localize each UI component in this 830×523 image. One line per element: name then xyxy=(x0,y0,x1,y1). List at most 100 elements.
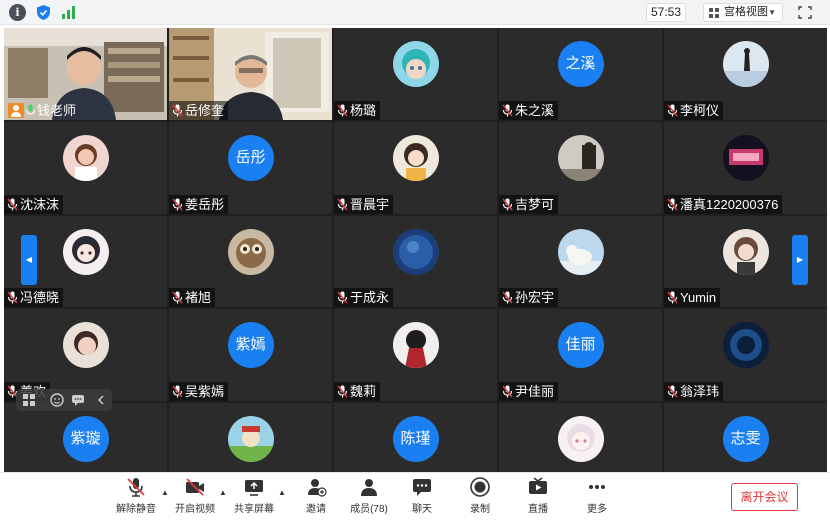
muted-mic-icon xyxy=(337,198,348,211)
avatar xyxy=(227,416,274,463)
participant-tile[interactable]: 李柯仪 xyxy=(664,28,827,120)
participant-name: 杨璐 xyxy=(334,100,381,120)
leave-meeting-button[interactable]: 离开会议 xyxy=(731,483,798,511)
participant-tile[interactable]: 魏莉 xyxy=(334,309,497,402)
participant-name: 魏莉 xyxy=(334,382,381,402)
top-bar: i 57:53 宫格视图 ▼ xyxy=(0,0,830,25)
participant-name: 吉梦可 xyxy=(499,194,559,214)
participant-name-text: 翁泽玮 xyxy=(680,384,720,400)
participant-tile[interactable]: 佳丽 尹佳丽 xyxy=(499,309,662,402)
live-button[interactable]: 直播 xyxy=(525,476,551,515)
info-icon[interactable]: i xyxy=(9,4,26,21)
participant-tile[interactable]: 潘真1220200376 xyxy=(664,121,827,214)
participant-name-text: 吉梦可 xyxy=(515,196,555,212)
avatar xyxy=(62,134,109,181)
avatar xyxy=(392,322,439,369)
muted-mic-icon xyxy=(502,198,513,211)
start-video-button[interactable]: 开启视频 xyxy=(174,476,216,515)
chat-bubble-icon[interactable] xyxy=(70,392,86,408)
muted-mic-icon xyxy=(172,198,183,211)
record-icon xyxy=(470,477,490,497)
participant-tile[interactable]: 之溪朱之溪 xyxy=(499,28,662,120)
avatar: 之溪 xyxy=(557,41,604,87)
muted-mic-icon xyxy=(667,104,678,117)
participant-tile[interactable]: 姜欢 xyxy=(4,309,167,402)
fullscreen-icon[interactable] xyxy=(795,3,815,22)
more-button[interactable]: 更多 xyxy=(584,476,610,515)
mic-on-icon xyxy=(26,104,35,115)
shield-icon[interactable] xyxy=(35,4,52,21)
participant-name: Yumin xyxy=(664,288,721,308)
participant-tile[interactable]: 吉梦可 xyxy=(499,121,662,214)
share-screen-button[interactable]: 共享屏幕 xyxy=(233,476,275,515)
chevron-down-icon: ▼ xyxy=(768,8,776,17)
participant-tile[interactable]: 紫嫣 吴紫嫣 xyxy=(169,309,332,402)
participant-name: 于成永 xyxy=(334,288,394,308)
participant-name-text: 于成永 xyxy=(350,290,390,306)
participant-tile[interactable]: 于成永 xyxy=(334,215,497,308)
participant-name-text: 李柯仪 xyxy=(680,102,720,118)
participant-tile[interactable]: 陈瑾 xyxy=(334,403,497,472)
participant-tile[interactable]: 沈沫沫 xyxy=(4,121,167,214)
chat-button[interactable]: 聊天 xyxy=(409,476,435,515)
collapse-chevron-icon[interactable] xyxy=(93,392,109,408)
muted-mic-icon xyxy=(127,478,145,497)
participant-tile[interactable]: 岳彤 姜岳彤 xyxy=(169,121,332,214)
video-options-caret[interactable]: ▲ xyxy=(219,488,227,497)
unmute-button[interactable]: 解除静音 xyxy=(114,476,158,515)
muted-mic-icon xyxy=(337,104,348,117)
participant-tile[interactable]: 钱老师 xyxy=(4,28,167,120)
signal-icon[interactable] xyxy=(60,4,77,21)
chat-icon xyxy=(413,479,431,496)
more-icon xyxy=(589,485,605,489)
avatar xyxy=(722,322,769,369)
grid-view-icon xyxy=(709,8,719,18)
share-options-caret[interactable]: ▲ xyxy=(278,488,286,497)
members-button[interactable]: 成员(78) xyxy=(348,476,390,515)
participant-name-text: 尹佳丽 xyxy=(515,384,555,400)
unmute-label: 解除静音 xyxy=(116,504,156,515)
participant-name: 尹佳丽 xyxy=(499,382,559,402)
participant-name-text: 孙宏宇 xyxy=(515,290,555,306)
participant-name: 沈沫沫 xyxy=(4,194,64,214)
members-label: 成员(78) xyxy=(350,504,388,515)
muted-mic-icon xyxy=(172,385,183,398)
participant-tile[interactable]: 晋晨宇 xyxy=(334,121,497,214)
muted-mic-icon xyxy=(7,198,18,211)
grid-layout-icon[interactable] xyxy=(21,392,37,408)
next-page-button[interactable]: ▶ xyxy=(792,235,808,285)
participant-name-text: 冯德晓 xyxy=(20,290,60,306)
muted-mic-icon xyxy=(667,385,678,398)
avatar xyxy=(557,134,604,181)
avatar: 岳彤 xyxy=(227,134,274,181)
previous-page-button[interactable]: ◀ xyxy=(21,235,37,285)
participant-name-text: 岳修奎 xyxy=(185,102,225,118)
live-label: 直播 xyxy=(528,504,548,515)
view-mode-button[interactable]: 宫格视图 ▼ xyxy=(703,3,783,22)
participant-tile[interactable]: 志雯 xyxy=(664,403,827,472)
more-label: 更多 xyxy=(587,504,607,515)
participant-name-text: 晋晨宇 xyxy=(350,196,390,212)
participant-name: 朱之溪 xyxy=(499,100,559,120)
participant-tile[interactable]: 岳修奎 xyxy=(169,28,332,120)
participant-tile[interactable]: 孙宏宇 xyxy=(499,215,662,308)
participant-name: 冯德晓 xyxy=(4,288,64,308)
record-button[interactable]: 录制 xyxy=(467,476,493,515)
avatar xyxy=(557,416,604,463)
participant-tile[interactable]: 褚旭 xyxy=(169,215,332,308)
muted-mic-icon xyxy=(172,291,183,304)
avatar xyxy=(62,322,109,369)
emoji-icon[interactable] xyxy=(49,392,65,408)
meeting-timer: 57:53 xyxy=(646,3,686,22)
participant-tile[interactable]: 翁泽玮 xyxy=(664,309,827,402)
participant-tile[interactable]: 杨璐 xyxy=(334,28,497,120)
audio-options-caret[interactable]: ▲ xyxy=(161,488,169,497)
participant-tile[interactable] xyxy=(499,403,662,472)
participant-name: 钱老师 xyxy=(4,101,80,120)
participant-tile[interactable]: 紫璇 xyxy=(4,403,167,472)
invite-button[interactable]: 邀请 xyxy=(302,476,330,515)
participant-name: 潘真1220200376 xyxy=(664,194,783,214)
participant-name-text: 杨璐 xyxy=(350,102,377,118)
video-off-icon xyxy=(186,478,204,496)
participant-tile[interactable] xyxy=(169,403,332,472)
